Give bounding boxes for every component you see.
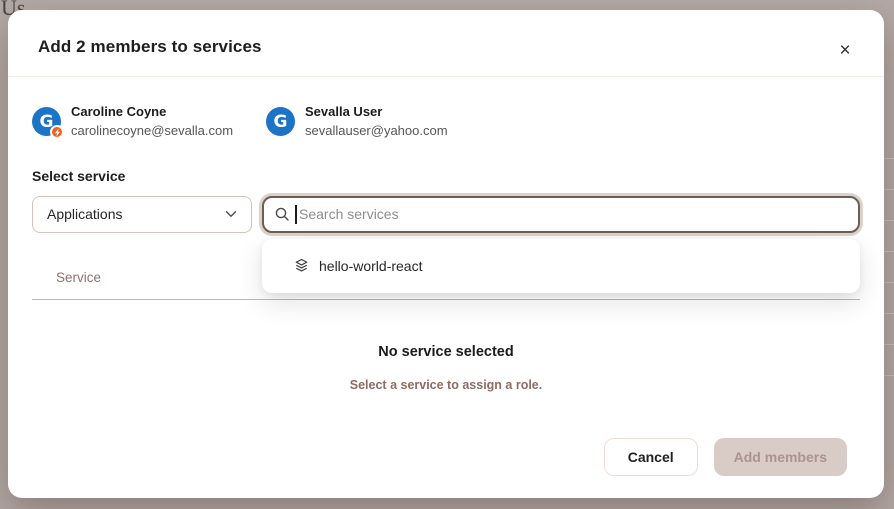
service-result-name: hello-world-react bbox=[319, 258, 422, 274]
search-field: hello-world-react bbox=[262, 196, 860, 233]
empty-state: No service selected Select a service to … bbox=[32, 300, 860, 392]
search-results-panel: hello-world-react bbox=[262, 239, 860, 293]
modal-footer: Cancel Add members bbox=[8, 438, 884, 498]
cancel-button[interactable]: Cancel bbox=[604, 438, 698, 476]
avatar: G bbox=[32, 107, 61, 136]
member-email: carolinecoyne@sevalla.com bbox=[71, 122, 233, 141]
search-services-input[interactable] bbox=[262, 196, 860, 233]
member-name: Sevalla User bbox=[305, 103, 448, 122]
member-name: Caroline Coyne bbox=[71, 103, 233, 122]
avatar: G bbox=[266, 107, 295, 136]
service-type-select[interactable]: Applications bbox=[32, 196, 252, 233]
close-icon[interactable]: × bbox=[832, 38, 858, 64]
member-texts: Caroline Coyne carolinecoyne@sevalla.com bbox=[71, 103, 233, 141]
text-cursor bbox=[295, 205, 297, 224]
modal-title: Add 2 members to services bbox=[38, 37, 854, 57]
select-service-label: Select service bbox=[32, 168, 860, 184]
selector-row: Applications hello-world-react bbox=[32, 196, 860, 233]
chevron-down-icon bbox=[225, 210, 237, 218]
member-item: G Caroline Coyne carolinecoyne@sevalla.c… bbox=[32, 103, 266, 141]
members-row: G Caroline Coyne carolinecoyne@sevalla.c… bbox=[32, 103, 860, 141]
service-result-item[interactable]: hello-world-react bbox=[262, 245, 860, 287]
empty-state-subtitle: Select a service to assign a role. bbox=[32, 378, 860, 392]
layers-icon bbox=[294, 258, 309, 273]
modal-header: Add 2 members to services × bbox=[8, 10, 884, 77]
sevalla-logo-icon: G bbox=[266, 107, 295, 136]
empty-state-title: No service selected bbox=[32, 344, 860, 360]
member-item: G Sevalla User sevallauser@yahoo.com bbox=[266, 103, 500, 141]
member-email: sevallauser@yahoo.com bbox=[305, 122, 448, 141]
member-texts: Sevalla User sevallauser@yahoo.com bbox=[305, 103, 448, 141]
service-type-value: Applications bbox=[47, 206, 123, 222]
modal-body: G Caroline Coyne carolinecoyne@sevalla.c… bbox=[8, 77, 884, 392]
add-members-button[interactable]: Add members bbox=[714, 438, 847, 476]
search-icon bbox=[274, 206, 290, 222]
alert-badge-icon bbox=[50, 125, 64, 139]
add-members-modal: Add 2 members to services × G Caroline C… bbox=[8, 10, 884, 498]
